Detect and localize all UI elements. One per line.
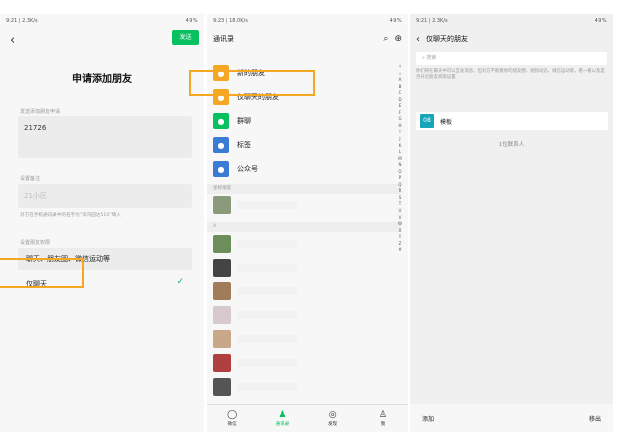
blurred-contact-name[interactable] — [237, 311, 297, 319]
remark-input[interactable]: 21小区 — [18, 184, 192, 208]
send-button[interactable]: 发送 — [172, 30, 199, 45]
request-message-input[interactable]: 21726 — [18, 116, 192, 158]
contacts-menu-label: 公众号 — [237, 165, 258, 173]
contacts-menu-item[interactable]: ● 公众号 — [207, 157, 397, 181]
section-starred: 星标朋友 — [207, 184, 401, 194]
blurred-contact-name[interactable] — [237, 264, 297, 272]
chat-bubble-icon: ◯ — [227, 410, 238, 420]
tab-chat-bubble[interactable]: ◯ 微信 — [207, 405, 257, 432]
tab-label: 发现 — [328, 422, 338, 427]
official-account-icon: ● — [213, 161, 229, 177]
blurred-contact-name[interactable] — [237, 359, 297, 367]
blurred-contact-name[interactable] — [237, 287, 297, 295]
contacts-menu-item[interactable]: ● 标签 — [207, 133, 397, 157]
remark-hint: 对方在手机通讯录中的名字为“深沟园达510”填入 — [20, 213, 121, 218]
contact-avatar[interactable] — [213, 259, 231, 277]
request-caption: 发送添加朋友申请 — [20, 109, 61, 115]
status-time: 9:23 | 18.0K/s — [213, 18, 248, 24]
highlight-box-chat-only — [0, 258, 84, 288]
status-battery: 49% — [185, 18, 198, 24]
status-time: 9:21 | 2.3K/s — [6, 18, 38, 24]
tab-compass[interactable]: ◎ 发现 — [308, 405, 358, 432]
status-bar: 9:23 | 18.0K/s 49% — [207, 14, 408, 28]
remark-caption: 设置备注 — [20, 176, 41, 182]
contacts-menu-label: 群聊 — [237, 117, 251, 125]
contact-avatar[interactable] — [213, 306, 231, 324]
blurred-contact-name[interactable] — [237, 383, 297, 391]
chat-only-note: 你们将在聊天中可以互发消息，但对方不能看你的朋友圈、视频动态、微信运动等，看一看… — [416, 69, 605, 80]
contacts-icon: ♟ — [278, 410, 287, 420]
contact-avatar[interactable] — [213, 235, 231, 253]
blurred-contact-name[interactable] — [237, 240, 297, 248]
chat-only-title: 仅聊天的朋友 — [426, 35, 468, 43]
top-bar: ‹ 发送 — [0, 28, 204, 56]
tab-me[interactable]: ♙ 我 — [358, 405, 408, 432]
chat-only-friends-screen: 9:21 | 2.3K/s 49% ‹ 仅聊天的朋友 ⌕ 搜索 你们将在聊天中可… — [410, 14, 613, 432]
contact-avatar[interactable] — [213, 282, 231, 300]
group-icon: ● — [213, 113, 229, 129]
contact-avatar: 08 — [420, 114, 434, 128]
remove-button[interactable]: 移出 — [589, 414, 601, 423]
contacts-title: 通讯录 — [213, 35, 234, 43]
alphabet-index[interactable]: ↑ ☆ A B C D E F G H I J K L M N O P Q R S T U V W X Y Z # — [397, 64, 403, 254]
status-bar: 9:21 | 2.3K/s 49% — [410, 14, 613, 28]
contact-avatar[interactable] — [213, 330, 231, 348]
me-icon: ♙ — [378, 410, 387, 420]
tab-label: 我 — [380, 422, 386, 427]
contact-avatar[interactable] — [213, 354, 231, 372]
status-time: 9:21 | 2.3K/s — [416, 18, 448, 24]
search-placeholder: 搜索 — [426, 55, 437, 61]
add-friend-request-screen: 9:21 | 2.3K/s 49% ‹ 发送 申请添加朋友 发送添加朋友申请 2… — [0, 14, 204, 432]
tab-label: 微信 — [227, 422, 237, 427]
search-input[interactable]: ⌕ 搜索 — [416, 52, 607, 65]
search-icon[interactable]: ⌕ — [383, 34, 388, 44]
add-button[interactable]: 添加 — [422, 414, 434, 423]
back-chevron-icon[interactable]: ‹ — [416, 34, 420, 45]
status-battery: 49% — [389, 18, 402, 24]
status-battery: 49% — [594, 18, 607, 24]
blurred-contact-name[interactable] — [237, 335, 297, 343]
contacts-menu-label: 标签 — [237, 141, 251, 149]
add-plus-icon[interactable]: ⊕ — [394, 34, 402, 44]
chat-only-header: ‹ 仅聊天的朋友 — [410, 28, 613, 50]
section-a: A — [207, 222, 401, 232]
contact-count: 1位联系人 — [498, 142, 525, 148]
blurred-contact-name[interactable] — [237, 201, 297, 209]
highlight-box-chat-only-friends — [189, 70, 315, 96]
checkmark-icon: ✓ — [176, 277, 184, 287]
contacts-header: 通讯录 ⌕ ⊕ — [207, 28, 408, 50]
contact-avatar[interactable] — [213, 196, 231, 214]
compass-icon: ◎ — [328, 410, 337, 420]
contact-row[interactable]: 08 模板 — [416, 112, 608, 130]
tag-icon: ● — [213, 137, 229, 153]
permission-caption: 设置朋友权限 — [20, 240, 51, 246]
alphabet-index-letter[interactable]: # — [397, 247, 403, 254]
contact-avatar[interactable] — [213, 378, 231, 396]
contacts-menu-item[interactable]: ● 群聊 — [207, 109, 397, 133]
status-bar: 9:21 | 2.3K/s 49% — [0, 14, 204, 28]
bottom-tab-bar: ◯ 微信 ♟ 通讯录 ◎ 发现 ♙ 我 — [207, 404, 408, 432]
back-chevron-icon[interactable]: ‹ — [10, 34, 15, 48]
contact-name: 模板 — [440, 118, 453, 126]
chat-only-bottom-bar: 添加 移出 — [410, 404, 613, 432]
tab-label: 通讯录 — [275, 422, 290, 427]
page-title: 申请添加朋友 — [72, 74, 132, 85]
tab-contacts[interactable]: ♟ 通讯录 — [257, 405, 307, 432]
